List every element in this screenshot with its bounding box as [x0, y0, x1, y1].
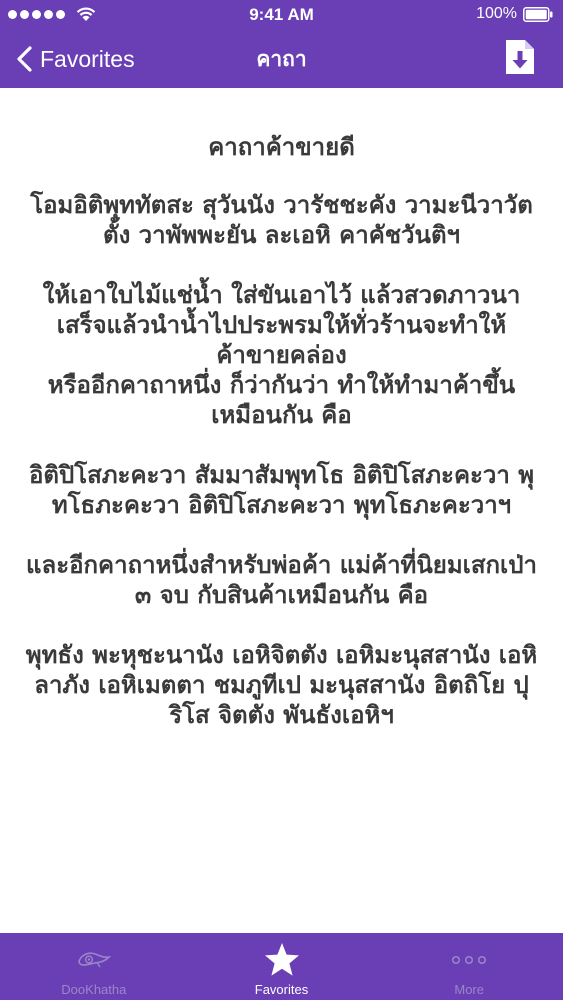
text-line: และอีกคาถาหนึ่งสำหรับพ่อค้า แม่ค้าที่นิย…: [26, 551, 537, 579]
tab-more[interactable]: More: [375, 933, 563, 1000]
conch-shell-icon: [78, 952, 111, 968]
text-line: ตั้ง วาพัพพะยัน ละเอหิ คาคัชวันติฯ: [103, 221, 460, 249]
tab-bar: DooKhatha Favorites More: [0, 933, 563, 1000]
content-title: คาถาค้าขายดี: [208, 133, 355, 161]
text-line: อิติปิโสภะคะวา สัมมาสัมพุทโธ อิติปิโสภะค…: [28, 461, 535, 489]
text-line: พุทธัง พะหุชะนานัง เอหิจิตตัง เอหิมะนุสส…: [25, 641, 538, 669]
text-line: ๓ จบ กับสินค้าเหมือนกัน คือ: [134, 581, 429, 609]
paragraph: โอมอิติพุททัตสะ สุวันนัง วารัชชะคัง วามะ…: [6, 190, 557, 250]
text-line: ค้าขายคล่อง: [216, 341, 347, 369]
status-bar: 9:41 AM 100%: [0, 0, 563, 30]
text-line: หรืออีกคาถาหนึ่ง ก็ว่ากันว่า ทำให้ทำมาค้…: [47, 371, 516, 399]
more-dots-icon: [452, 955, 487, 965]
tab-dookhatha[interactable]: DooKhatha: [0, 933, 188, 1000]
tab-label: More: [454, 982, 484, 997]
text-line: ลาภัง เอหิเมตตา ชมภูทีเป มะนุสสานัง อิตถ…: [34, 671, 529, 699]
battery-percent: 100%: [476, 5, 517, 22]
tab-label: Favorites: [254, 982, 309, 997]
paragraph: อิติปิโสภะคะวา สัมมาสัมพุทโธ อิติปิโสภะค…: [6, 460, 557, 520]
navigation-bar: Favorites คาถา: [0, 30, 563, 88]
download-document-icon[interactable]: [505, 39, 535, 75]
text-line: โอมอิติพุททัตสะ สุวันนัง วารัชชะคัง วามะ…: [30, 191, 533, 219]
paragraph: ให้เอาใบไม้แช่น้ำ ใส่ขันเอาไว้ แล้วสวดภา…: [6, 280, 557, 430]
text-line: ทโธภะคะวา อิติปิโสภะคะวา พุทโธภะคะวาฯ: [51, 491, 512, 519]
page-title: คาถา: [256, 47, 307, 71]
tab-favorites[interactable]: Favorites: [188, 933, 376, 1000]
battery-status: 100%: [476, 5, 553, 23]
star-icon: [264, 943, 299, 976]
prayer-content: คาถาค้าขายดี โอมอิติพุททัตสะ สุวันนัง วา…: [0, 88, 563, 933]
text-line: ริโส จิตตัง พันธังเอหิฯ: [169, 701, 394, 729]
text-line: เหมือนกัน คือ: [211, 401, 352, 429]
paragraph: และอีกคาถาหนึ่งสำหรับพ่อค้า แม่ค้าที่นิย…: [6, 550, 557, 610]
text-line: ให้เอาใบไม้แช่น้ำ ใส่ขันเอาไว้ แล้วสวดภา…: [42, 281, 521, 309]
battery-icon: [523, 6, 553, 22]
paragraph: พุทธัง พะหุชะนานัง เอหิจิตตัง เอหิมะนุสส…: [6, 640, 557, 730]
tab-label: DooKhatha: [61, 982, 127, 997]
text-line: เสร็จแล้วนำน้ำไปประพรมให้ทั่วร้านจะทำให้: [56, 311, 507, 339]
